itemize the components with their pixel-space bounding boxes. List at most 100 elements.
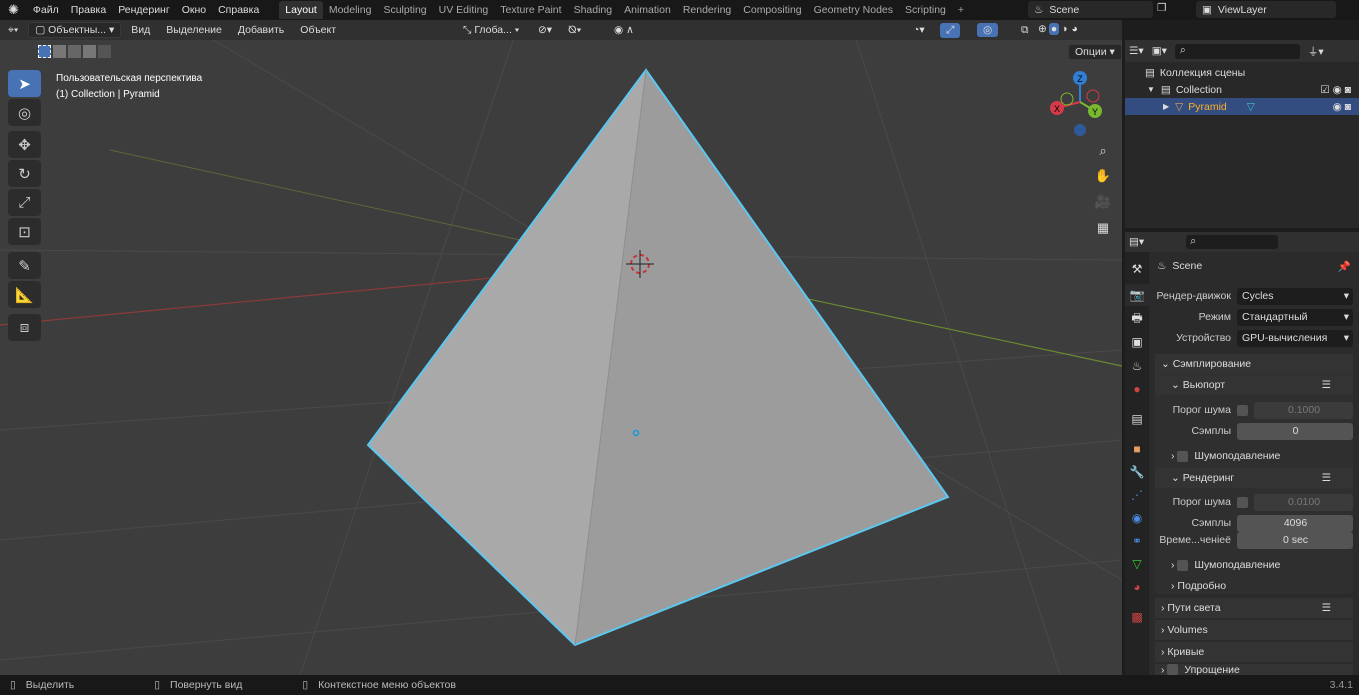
texture-tab-icon[interactable]: ▩	[1125, 606, 1149, 628]
view-layer-selector[interactable]: ▣ ViewLayer	[1196, 1, 1336, 18]
device-dropdown[interactable]: GPU-вычисления ▾	[1237, 329, 1353, 347]
collection-row[interactable]: ▼ ▤ Collection ☑ ◉ ◙	[1125, 81, 1359, 98]
modifier-tab-icon[interactable]: 🔧	[1125, 461, 1149, 483]
menu-add[interactable]: Добавить	[232, 23, 290, 37]
measure-tool-icon[interactable]: 📐	[8, 281, 41, 308]
select-subtract-icon[interactable]	[68, 45, 81, 58]
denoise-checkbox[interactable]	[1177, 559, 1189, 571]
scene-tab-icon[interactable]: ♨	[1125, 355, 1149, 377]
scene-selector[interactable]: ♨ Scene	[1028, 1, 1153, 18]
cursor-tool-icon[interactable]: ◎	[8, 99, 41, 126]
scene-collection-row[interactable]: ▤ Коллекция сцены	[1125, 64, 1359, 81]
pyramid-row[interactable]: ▶ ▽ Pyramid ▽ ◉ ◙	[1125, 98, 1359, 115]
menu-file[interactable]: Файл	[27, 4, 65, 16]
outliner-search-input[interactable]: ⌕	[1174, 43, 1300, 59]
navigation-gizmo[interactable]: Z Y X	[1045, 70, 1115, 140]
world-tab-icon[interactable]: ●	[1125, 378, 1149, 400]
volumes-header[interactable]: › Volumes	[1155, 620, 1353, 640]
3d-viewport[interactable]	[0, 20, 1122, 675]
zoom-icon[interactable]: ⌕	[1092, 140, 1114, 162]
pivot-icon[interactable]: ⊘▾	[532, 23, 558, 37]
tab-uv-editing[interactable]: UV Editing	[433, 1, 495, 19]
select-intersect-icon[interactable]	[98, 45, 111, 58]
time-limit-field[interactable]: 0 sec	[1237, 531, 1353, 549]
select-invert-icon[interactable]	[83, 45, 96, 58]
rendered-shading-icon[interactable]: ◕	[1070, 23, 1080, 35]
menu-render[interactable]: Рендеринг	[112, 4, 175, 16]
render-engine-dropdown[interactable]: Cycles ▾	[1237, 287, 1353, 305]
viewport-subpanel-header[interactable]: ⌄ Вьюпорт ☰	[1155, 375, 1353, 395]
denoise-checkbox[interactable]	[1177, 450, 1189, 462]
menu-window[interactable]: Окно	[176, 4, 212, 16]
proportional-edit-icon[interactable]: ◉ ∧	[608, 23, 640, 37]
render-samples-field[interactable]: 4096	[1237, 514, 1353, 532]
wireframe-shading-icon[interactable]: ⊕	[1036, 23, 1049, 35]
noise-threshold-checkbox[interactable]	[1237, 496, 1248, 508]
tab-sculpting[interactable]: Sculpting	[377, 1, 432, 19]
menu-view[interactable]: Вид	[125, 23, 156, 37]
mesh-data-tab-icon[interactable]: ▽	[1125, 553, 1149, 575]
pan-hand-icon[interactable]: ✋	[1092, 165, 1114, 187]
add-cube-tool-icon[interactable]: ⧈	[8, 314, 41, 341]
annotate-tool-icon[interactable]: ✎	[8, 252, 41, 279]
object-tab-icon[interactable]: ■	[1125, 438, 1149, 460]
tool-tab-icon[interactable]: ⚒	[1125, 258, 1149, 280]
new-scene-icon[interactable]: ❐	[1157, 2, 1166, 14]
curves-header[interactable]: › Кривые	[1155, 642, 1353, 662]
object-controls[interactable]: ◉ ◙	[1333, 101, 1351, 113]
tab-texture-paint[interactable]: Texture Paint	[494, 1, 567, 19]
expand-icon[interactable]: ▶	[1163, 102, 1169, 111]
solid-shading-icon[interactable]: ●	[1048, 23, 1060, 35]
sampling-header[interactable]: ⌄ Сэмплирование	[1155, 354, 1353, 374]
render-denoise-subpanel-header[interactable]: › Шумоподавление	[1155, 555, 1353, 575]
constraints-tab-icon[interactable]: ⚭	[1125, 530, 1149, 552]
gizmo-icon[interactable]: ⤢	[940, 22, 961, 38]
material-shading-icon[interactable]: ◑	[1059, 23, 1069, 35]
presets-icon[interactable]: ☰	[1322, 472, 1331, 484]
collection-tab-icon[interactable]: ▤	[1125, 408, 1149, 430]
viewport-samples-field[interactable]: 0	[1237, 422, 1353, 440]
blender-logo-icon[interactable]: ✺	[0, 2, 27, 18]
properties-search-input[interactable]: ⌕	[1186, 235, 1279, 249]
menu-edit[interactable]: Правка	[65, 4, 112, 16]
transform-orientation-dropdown[interactable]: ⤡ Глоба... ▾	[457, 23, 525, 38]
render-subpanel-header[interactable]: ⌄ Рендеринг ☰	[1155, 468, 1353, 488]
visibility-icon[interactable]: ◔▾	[907, 23, 931, 37]
render-tab-icon[interactable]: 📷	[1125, 284, 1149, 306]
display-mode-icon[interactable]: ☰▾	[1129, 45, 1144, 57]
editor-type-icon[interactable]: ⌖▾	[2, 23, 24, 38]
noise-threshold-field[interactable]: 0.1000	[1254, 401, 1353, 419]
collection-controls[interactable]: ☑ ◉ ◙	[1320, 84, 1351, 96]
transform-tool-icon[interactable]: ⊡	[8, 218, 41, 245]
render-noise-threshold-field[interactable]: 0.0100	[1254, 493, 1353, 511]
scale-tool-icon[interactable]: ⤢	[8, 189, 41, 216]
select-extend-icon[interactable]	[53, 45, 66, 58]
xray-icon[interactable]: ⧉	[1015, 23, 1035, 38]
editor-type-icon[interactable]: ▤▾	[1129, 236, 1144, 248]
simplify-header[interactable]: › Упрощение	[1155, 664, 1353, 675]
add-workspace-button[interactable]: +	[952, 1, 970, 19]
filter-view-icon[interactable]: ▣▾	[1152, 45, 1167, 57]
tab-compositing[interactable]: Compositing	[737, 1, 807, 19]
menu-help[interactable]: Справка	[212, 4, 265, 16]
filter-icon[interactable]: ⏚▾	[1308, 44, 1324, 59]
noise-threshold-checkbox[interactable]	[1237, 404, 1248, 416]
pin-icon[interactable]: 📌	[1338, 260, 1351, 273]
presets-icon[interactable]: ☰	[1322, 602, 1331, 614]
overlays-icon[interactable]: ◎	[977, 23, 999, 37]
perspective-toggle-icon[interactable]: ▦	[1092, 217, 1114, 239]
feature-set-dropdown[interactable]: Стандартный ▾	[1237, 308, 1353, 326]
material-tab-icon[interactable]: ◕	[1125, 576, 1149, 598]
select-new-icon[interactable]	[38, 45, 51, 58]
move-tool-icon[interactable]: ✥	[8, 131, 41, 158]
presets-icon[interactable]: ☰	[1322, 379, 1331, 391]
select-box-tool-icon[interactable]: ➤	[8, 70, 41, 97]
menu-object[interactable]: Объект	[294, 23, 342, 37]
snap-icon[interactable]: ⦰▾	[562, 23, 588, 38]
tab-modeling[interactable]: Modeling	[323, 1, 378, 19]
light-paths-header[interactable]: › Пути света ☰	[1155, 598, 1353, 618]
advanced-subpanel-header[interactable]: › Подробно	[1155, 576, 1353, 596]
tab-rendering[interactable]: Rendering	[677, 1, 737, 19]
output-tab-icon[interactable]: 🖶	[1125, 308, 1149, 330]
options-dropdown[interactable]: Опции ▾	[1068, 44, 1122, 60]
